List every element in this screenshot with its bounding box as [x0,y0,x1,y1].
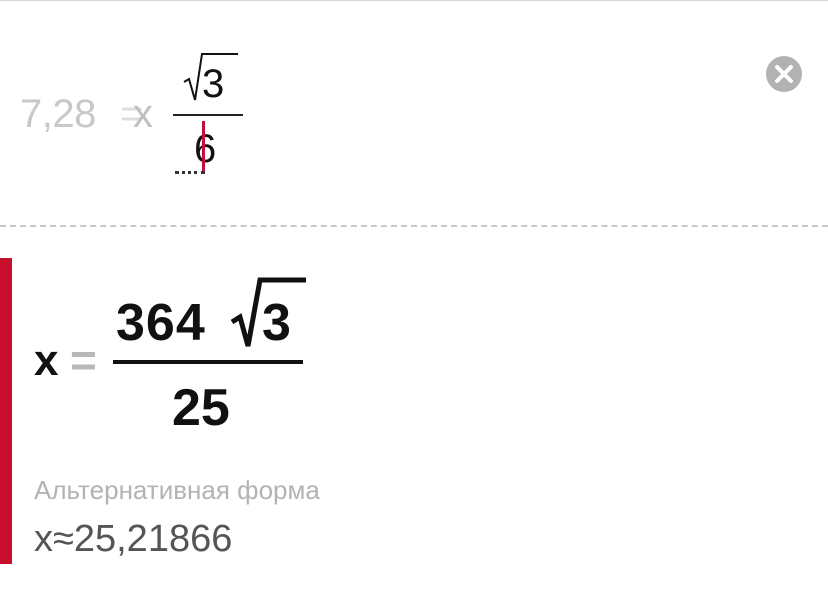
dashed-divider [0,225,828,227]
input-fraction-bar [173,114,243,116]
result-accent-bar [0,258,12,564]
result-denominator: 25 [172,379,230,437]
result-equals-sign: = [70,334,97,386]
top-separator [0,0,828,1]
result-numerator-radicand: 3 [262,294,291,352]
result-fraction-bar [113,360,303,364]
alternative-form-label: Альтернативная форма [34,475,320,505]
input-variable: x [133,92,153,136]
input-numerator-radicand: 3 [202,62,225,106]
input-placeholder-dots [175,171,205,174]
alternative-form-value: x≈25,21866 [34,518,233,560]
input-numerator-sqrt[interactable]: 3 [180,50,240,106]
text-cursor [202,121,205,171]
clear-button[interactable] [766,56,802,92]
close-icon [775,65,793,83]
result-numerator-coefficient: 364 [116,294,206,352]
input-lhs-value: 7,28 [20,92,96,136]
result-variable: x [34,336,59,385]
result-numerator-sqrt: 3 [228,276,308,352]
expression-input[interactable]: 7,28 = x 3 6 [20,40,760,190]
input-denominator[interactable]: 6 [194,127,216,172]
